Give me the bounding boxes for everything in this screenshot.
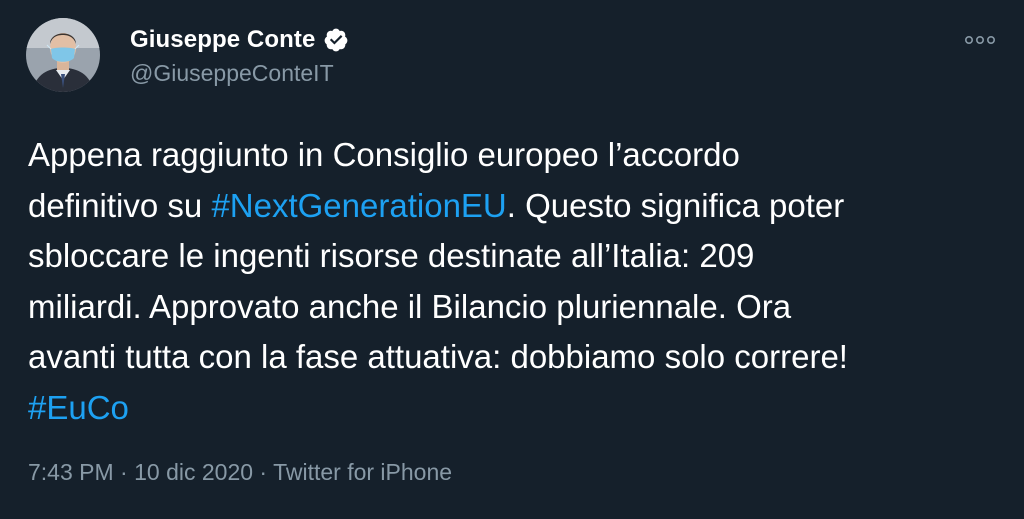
tweet-meta: 7:43 PM · 10 dic 2020 · Twitter for iPho… bbox=[28, 459, 452, 486]
more-options-icon[interactable] bbox=[962, 28, 998, 52]
hashtag-link[interactable]: #NextGenerationEU bbox=[211, 187, 506, 224]
user-names: Giuseppe Conte @GiuseppeConteIT bbox=[130, 26, 349, 87]
tweet-header: Giuseppe Conte @GiuseppeConteIT bbox=[26, 18, 998, 102]
hashtag-link[interactable]: #EuCo bbox=[28, 389, 129, 426]
display-name: Giuseppe Conte bbox=[130, 26, 316, 53]
tweet-text-segment: . Questo significa poter bbox=[506, 186, 845, 224]
user-handle[interactable]: @GiuseppeConteIT bbox=[130, 60, 349, 87]
meta-separator: · bbox=[253, 459, 274, 485]
tweet-line: sbloccare le ingenti risorse destinate a… bbox=[28, 237, 755, 274]
tweet-line: definitivo su #NextGenerationEU. Questo … bbox=[28, 181, 1003, 232]
tweet-text-segment: definitivo su bbox=[28, 186, 212, 224]
tweet-line: #EuCo bbox=[28, 383, 1003, 434]
tweet-line: avanti tutta con la fase attuativa: dobb… bbox=[28, 338, 848, 375]
tweet-text: Appena raggiunto in Consiglio europeo l’… bbox=[28, 130, 1003, 433]
tweet-date[interactable]: 10 dic 2020 bbox=[134, 459, 253, 485]
meta-separator: · bbox=[113, 459, 135, 485]
tweet-line: Appena raggiunto in Consiglio europeo l’… bbox=[28, 136, 740, 173]
profile-photo-icon bbox=[26, 18, 100, 92]
display-name-row[interactable]: Giuseppe Conte bbox=[130, 26, 349, 54]
tweet-time[interactable]: 7:43 PM bbox=[28, 459, 114, 485]
avatar[interactable] bbox=[26, 18, 100, 92]
tweet-card: Giuseppe Conte @GiuseppeConteIT Appena r… bbox=[0, 0, 1024, 519]
tweet-line: miliardi. Approvato anche il Bilancio pl… bbox=[28, 287, 792, 325]
tweet-source[interactable]: Twitter for iPhone bbox=[273, 459, 452, 485]
verified-badge-icon bbox=[323, 27, 349, 53]
